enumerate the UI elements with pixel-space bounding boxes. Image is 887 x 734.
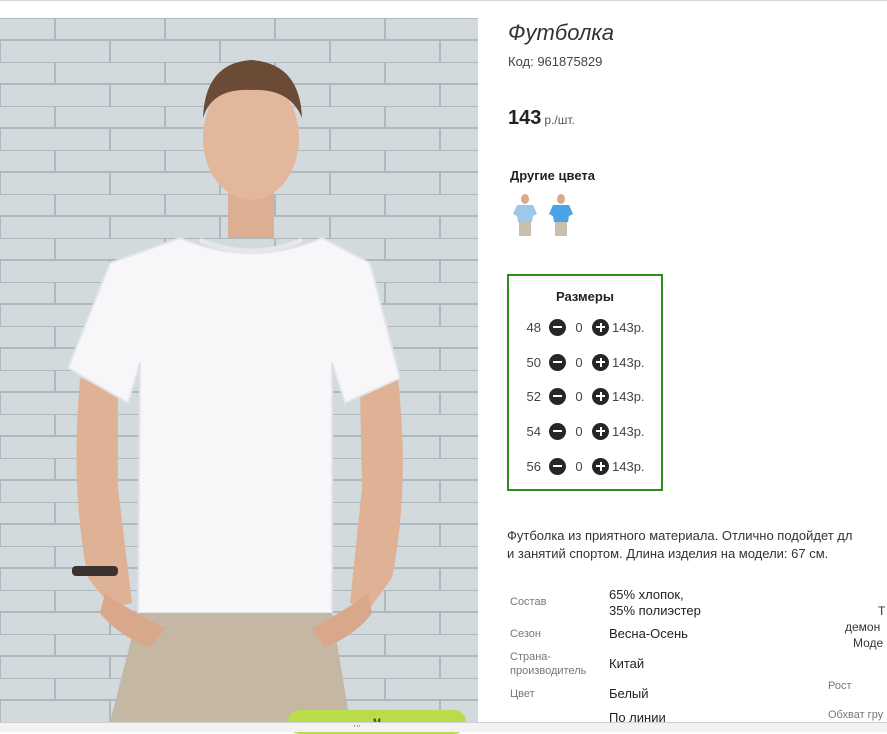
product-title: Футболка	[508, 20, 614, 45]
product-price: 143 р./шт.	[508, 107, 575, 130]
size-label: 48	[526, 319, 541, 335]
price-unit: р./шт.	[544, 113, 575, 127]
blue-shirt-thumbnail	[549, 194, 573, 236]
product-description: Футболка из приятного материала. Отлично…	[507, 527, 887, 563]
increase-qty-button[interactable]	[592, 387, 609, 405]
minus-icon	[553, 465, 562, 467]
spec-label-line: Страна-	[510, 651, 552, 663]
decrease-qty-button[interactable]	[549, 422, 566, 440]
qty-value: 0	[575, 458, 583, 474]
size-price: 143р.	[612, 354, 645, 370]
light-blue-shirt-thumbnail	[513, 194, 537, 236]
size-price: 143р.	[612, 423, 645, 439]
decrease-qty-button[interactable]	[549, 353, 566, 371]
size-label: 56	[526, 458, 541, 474]
resize-grip[interactable]: '''	[354, 724, 362, 733]
top-border	[0, 0, 887, 1]
size-price: 143р.	[612, 388, 645, 404]
sizes-panel: Размеры 48 0 143р. 50 0 143р. 52 0 143р.…	[507, 274, 663, 491]
price-value: 143	[508, 107, 542, 129]
increase-qty-button[interactable]	[592, 422, 609, 440]
size-label: 52	[526, 388, 541, 404]
increase-qty-button[interactable]	[592, 318, 609, 336]
decrease-qty-button[interactable]	[549, 318, 566, 336]
spec-label-composition: Состав	[510, 596, 547, 608]
qty-value: 0	[575, 354, 583, 370]
swatch-light-blue[interactable]	[511, 192, 539, 238]
spec-value-season: Весна-Осень	[609, 626, 688, 641]
size-row-54: 54 0 143р.	[519, 421, 645, 441]
size-row-56: 56 0 143р.	[519, 456, 645, 476]
minus-icon	[553, 361, 562, 363]
other-colors-heading: Другие цвета	[510, 168, 595, 183]
spec-value-country: Китай	[609, 656, 645, 671]
decrease-qty-button[interactable]	[549, 457, 566, 475]
model-height-label: Рост	[828, 680, 852, 692]
decrease-qty-button[interactable]	[549, 387, 566, 405]
model-image	[0, 18, 478, 722]
description-line-2: и занятий спортом. Длина изделия на моде…	[507, 546, 829, 561]
qty-value: 0	[575, 319, 583, 335]
color-swatches	[511, 192, 575, 238]
spec-label-season: Сезон	[510, 628, 541, 640]
minus-icon	[553, 430, 562, 432]
size-row-50: 50 0 143р.	[519, 352, 645, 372]
size-row-48: 48 0 143р.	[519, 317, 645, 337]
qty-value: 0	[575, 423, 583, 439]
model-chest-label: Обхват гру	[828, 709, 884, 721]
spec-label-color: Цвет	[510, 688, 535, 700]
product-photo[interactable]	[0, 18, 478, 722]
spec-value-composition: 65% хлопок, 35% полиэстер	[609, 587, 701, 619]
minus-icon	[553, 395, 562, 397]
product-code: Код: 961875829	[508, 54, 603, 69]
size-price: 143р.	[612, 458, 645, 474]
increase-qty-button[interactable]	[592, 353, 609, 371]
spec-value-line: 35% полиэстер	[609, 603, 701, 618]
model-info-demon: демон	[845, 620, 881, 634]
size-label: 50	[526, 354, 541, 370]
spec-label-line: производитель	[510, 665, 587, 677]
size-price: 143р.	[612, 319, 645, 335]
model-info-mode: Моде	[853, 636, 884, 650]
description-line-1: Футболка из приятного материала. Отлично…	[507, 528, 853, 543]
size-label: 54	[526, 423, 541, 439]
increase-qty-button[interactable]	[592, 457, 609, 475]
sizes-title: Размеры	[556, 289, 614, 304]
size-row-52: 52 0 143р.	[519, 386, 645, 406]
swatch-blue[interactable]	[547, 192, 575, 238]
spec-label-country: Страна- производитель	[510, 650, 586, 678]
spec-value-line: 65% хлопок,	[609, 587, 684, 602]
spec-value-color: Белый	[609, 686, 649, 701]
model-info-t: Т	[878, 604, 886, 618]
qty-value: 0	[575, 388, 583, 404]
minus-icon	[553, 326, 562, 328]
